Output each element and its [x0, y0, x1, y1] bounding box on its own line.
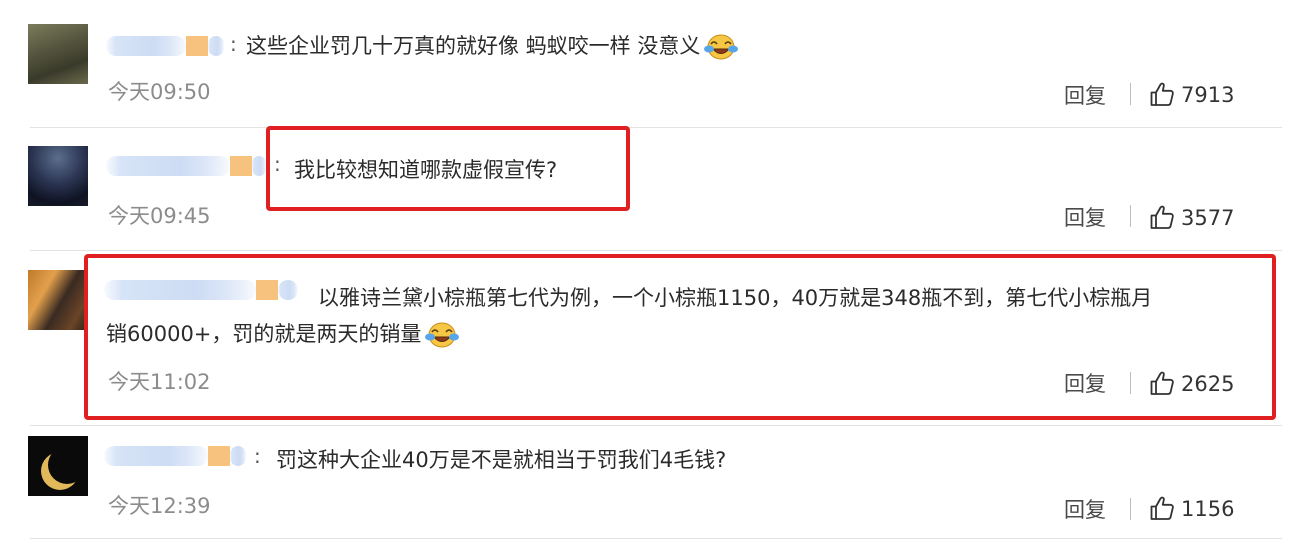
- comment-time: 今天09:50: [108, 80, 211, 104]
- action-divider: [1130, 83, 1131, 105]
- comment-text-content: 这些企业罚几十万真的就好像 蚂蚁咬一样 没意义: [246, 34, 701, 58]
- action-divider: [1130, 205, 1131, 227]
- username-blurred-tail: [278, 280, 298, 300]
- thumbs-up-icon[interactable]: [1149, 204, 1175, 230]
- user-avatar[interactable]: [28, 436, 88, 496]
- comment-text-content: 我比较想知道哪款虚假宣传?: [294, 158, 558, 182]
- action-divider: [1130, 498, 1131, 520]
- comment-divider: [30, 250, 1282, 251]
- comment-divider: [30, 538, 1282, 539]
- like-count: 2625: [1181, 372, 1235, 396]
- comment-text: 这些企业罚几十万真的就好像 蚂蚁咬一样 没意义: [246, 30, 738, 61]
- comment-list: : 这些企业罚几十万真的就好像 蚂蚁咬一样 没意义 今天09:50 回复 791…: [0, 0, 1294, 544]
- user-badge: [208, 446, 230, 466]
- comment-time: 今天09:45: [108, 204, 211, 228]
- name-colon: :: [274, 152, 281, 176]
- user-badge: [186, 36, 208, 56]
- thumbs-up-icon[interactable]: [1149, 370, 1175, 396]
- reply-button[interactable]: 回复: [1064, 80, 1106, 110]
- like-count: 3577: [1181, 206, 1235, 230]
- name-colon: :: [254, 444, 261, 468]
- comment-text: 以雅诗兰黛小棕瓶第七代为例，一个小棕瓶1150，40万就是348瓶不到，第七代小…: [318, 282, 1152, 312]
- comment-time: 今天12:39: [108, 494, 211, 518]
- comment-text: 罚这种大企业40万是不是就相当于罚我们4毛钱?: [276, 444, 726, 474]
- reply-button[interactable]: 回复: [1064, 494, 1106, 524]
- username-blurred-tail: [230, 446, 246, 466]
- like-count: 1156: [1181, 497, 1235, 521]
- username-blurred[interactable]: [104, 446, 208, 466]
- comment-text: 我比较想知道哪款虚假宣传?: [294, 154, 557, 184]
- reply-button[interactable]: 回复: [1064, 202, 1106, 232]
- laughing-crying-emoji: [704, 33, 738, 61]
- thumbs-up-icon[interactable]: [1149, 81, 1175, 107]
- username-blurred-tail: [252, 156, 266, 176]
- action-divider: [1130, 372, 1131, 394]
- comment-text-line2: 销60000+，罚的就是两天的销量: [106, 322, 422, 346]
- username-blurred[interactable]: [106, 156, 230, 176]
- like-count: 7913: [1181, 83, 1235, 107]
- comment-text-continued: 销60000+，罚的就是两天的销量: [106, 318, 459, 349]
- username-blurred-tail: [208, 36, 224, 56]
- moon-image: [48, 446, 86, 484]
- thumbs-up-icon[interactable]: [1149, 495, 1175, 521]
- comment-time: 今天11:02: [108, 370, 211, 394]
- username-blurred[interactable]: [104, 280, 256, 300]
- laughing-crying-emoji: [425, 321, 459, 349]
- username-blurred[interactable]: [106, 36, 186, 56]
- user-avatar[interactable]: [28, 146, 88, 206]
- user-avatar[interactable]: [28, 24, 88, 84]
- user-badge: [230, 156, 252, 176]
- comment-divider: [30, 425, 1282, 426]
- user-badge: [256, 280, 278, 300]
- comment-divider: [30, 127, 1282, 128]
- name-colon: :: [230, 32, 237, 56]
- user-avatar[interactable]: [28, 270, 88, 330]
- comment-text-content: 罚这种大企业40万是不是就相当于罚我们4毛钱?: [276, 448, 727, 472]
- comment-text-line1: 以雅诗兰黛小棕瓶第七代为例，一个小棕瓶1150，40万就是348瓶不到，第七代小…: [318, 286, 1153, 310]
- reply-button[interactable]: 回复: [1064, 368, 1106, 398]
